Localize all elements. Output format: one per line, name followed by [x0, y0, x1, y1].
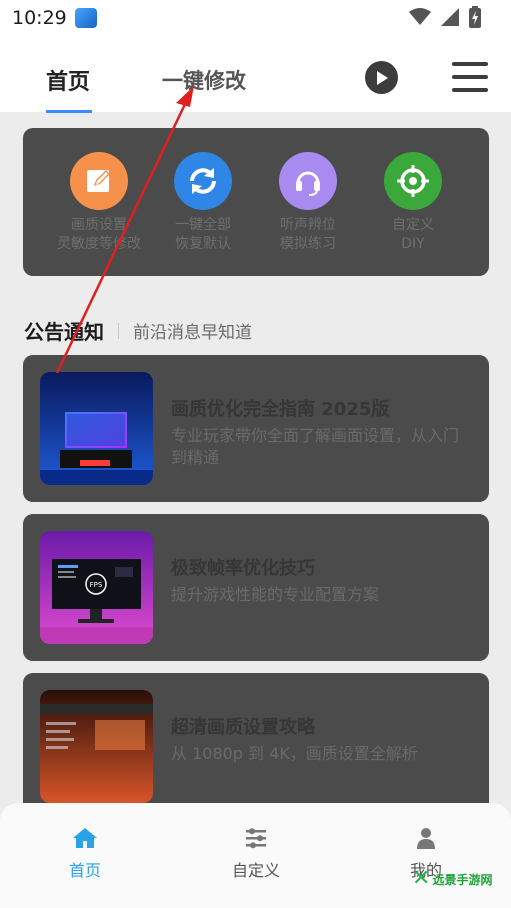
feature-graphics-settings[interactable]: 画质设置 灵敏度等修改 [49, 152, 149, 254]
feature-sound-practice[interactable]: 听声辨位 模拟练习 [258, 152, 358, 254]
feature-label: 自定义 DIY [392, 217, 434, 252]
watermark: ✕ 远景手游网 [412, 868, 492, 890]
edit-icon [70, 152, 128, 210]
status-bar: 10:29 [0, 0, 511, 36]
watermark-logo-icon: ✕ [412, 866, 431, 891]
article-description: 从 1080p 到 4K，画质设置全解析 [171, 744, 418, 763]
headset-icon [279, 152, 337, 210]
article-title: 极致帧率优化技巧 [171, 558, 315, 579]
article-card[interactable]: 超清画质设置攻略 从 1080p 到 4K，画质设置全解析 [23, 673, 489, 820]
sliders-icon [246, 828, 266, 849]
tab-active-indicator [46, 110, 92, 113]
thumbnail-fps-text: FPS [90, 581, 103, 589]
nav-home[interactable]: 首页 [35, 827, 135, 881]
nav-custom-label: 自定义 [231, 861, 280, 880]
article-thumbnail [40, 690, 153, 803]
crosshair-icon [384, 152, 442, 210]
bottom-navigation: 首页 自定义 我的 [0, 803, 511, 908]
article-title: 超清画质设置攻略 [171, 717, 315, 738]
nav-home-label: 首页 [68, 861, 101, 880]
menu-icon [452, 62, 488, 66]
article-thumbnail [40, 372, 153, 485]
nav-custom[interactable]: 自定义 [206, 827, 306, 881]
status-time: 10:29 [12, 7, 67, 29]
feature-panel: 画质设置 灵敏度等修改 一键全部 恢复默认 听声辨位 模拟练习 自定义 DIY [23, 128, 489, 276]
menu-button[interactable] [452, 62, 490, 94]
article-description: 提升游戏性能的专业配置方案 [171, 585, 380, 604]
feature-label: 一键全部 恢复默认 [175, 217, 231, 252]
refresh-icon [174, 152, 232, 210]
tab-home[interactable]: 首页 [46, 64, 90, 96]
home-icon [73, 828, 97, 848]
article-thumbnail: FPS [40, 531, 153, 644]
status-icons [409, 6, 481, 28]
divider [118, 322, 119, 339]
notice-title: 公告通知 [24, 320, 104, 344]
feature-label: 画质设置 灵敏度等修改 [57, 217, 141, 252]
signal-icon [441, 8, 459, 26]
user-icon [417, 828, 435, 849]
article-description: 专业玩家带你全面了解画面设置，从入门到精通 [171, 426, 460, 467]
feature-label: 听声辨位 模拟练习 [280, 217, 336, 252]
wifi-icon [409, 8, 431, 25]
top-tab-bar: 首页 一键修改 [0, 36, 511, 113]
article-card[interactable]: FPS 极致帧率优化技巧 提升游戏性能的专业配置方案 [23, 514, 489, 661]
article-card[interactable]: 画质优化完全指南 2025版 专业玩家带你全面了解画面设置，从入门到精通 [23, 355, 489, 502]
notice-subtitle: 前沿消息早知道 [133, 323, 252, 343]
tab-onekey-modify[interactable]: 一键修改 [162, 65, 246, 95]
feature-reset-default[interactable]: 一键全部 恢复默认 [153, 152, 253, 254]
play-button[interactable] [365, 61, 398, 94]
battery-icon [469, 6, 481, 28]
feature-custom-diy[interactable]: 自定义 DIY [363, 152, 463, 254]
play-icon [376, 70, 388, 85]
article-title: 画质优化完全指南 2025版 [171, 399, 390, 420]
notice-header: 公告通知 前沿消息早知道 [24, 316, 252, 345]
watermark-text: 远景手游网 [432, 872, 493, 887]
app-notification-icon [74, 8, 97, 28]
